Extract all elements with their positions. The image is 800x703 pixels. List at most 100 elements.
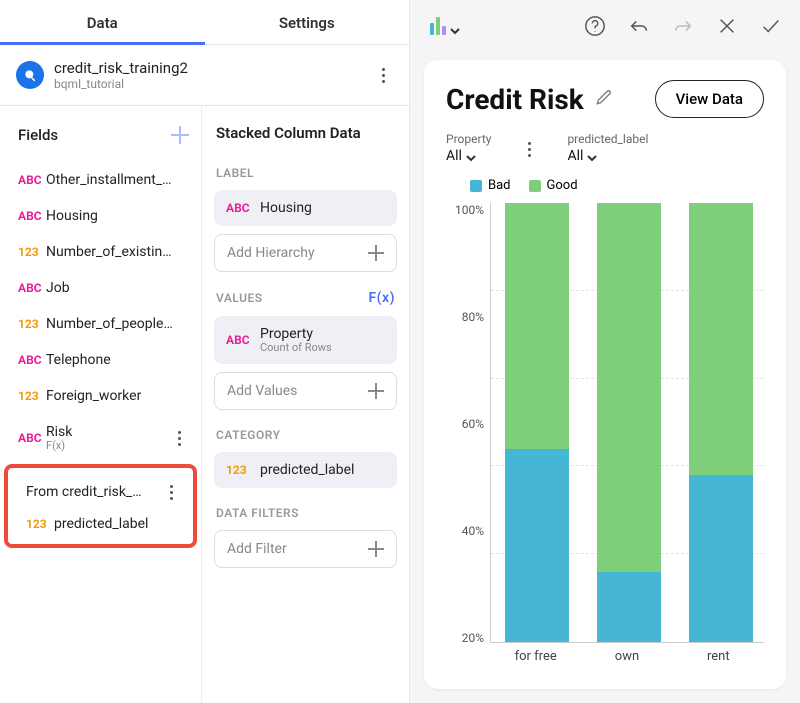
y-tick-label: 60% xyxy=(462,417,484,431)
fx-button[interactable]: F(x) xyxy=(368,290,395,306)
legend-item[interactable]: Bad xyxy=(470,178,511,193)
filter-label-predicted: predicted_label xyxy=(567,132,648,146)
source-title: credit_risk_training2 xyxy=(54,59,371,77)
tab-settings[interactable]: Settings xyxy=(205,0,410,44)
abc-type-icon: ABC xyxy=(18,173,46,187)
field-group-header[interactable]: From credit_risk_… xyxy=(8,472,193,506)
tab-data[interactable]: Data xyxy=(0,0,205,44)
field-row[interactable]: ABCOther_installment_… xyxy=(0,162,201,198)
add-values-button[interactable]: Add Values xyxy=(214,372,397,410)
field-row[interactable]: 123 predicted_label xyxy=(8,506,193,542)
field-menu-button[interactable] xyxy=(167,431,191,446)
field-row[interactable]: ABCRiskF(x) xyxy=(0,414,201,462)
group-header-text: From credit_risk_… xyxy=(26,484,142,500)
field-name: Telephone xyxy=(46,352,111,368)
y-tick-label: 100% xyxy=(455,203,484,217)
field-name: Housing xyxy=(46,208,98,224)
chart-bar[interactable] xyxy=(675,203,767,642)
values-chip-property[interactable]: ABC Property Count of Rows xyxy=(214,316,397,364)
field-name: Number_of_people… xyxy=(46,316,173,332)
field-row[interactable]: ABCTelephone xyxy=(0,342,201,378)
plus-icon xyxy=(368,245,384,261)
chart-bar[interactable] xyxy=(491,203,583,642)
field-row[interactable]: 123Number_of_people… xyxy=(0,306,201,342)
data-source-row[interactable]: credit_risk_training2 bqml_tutorial xyxy=(0,45,409,106)
panel-tabs: Data Settings xyxy=(0,0,409,45)
fields-header: Fields xyxy=(18,126,58,144)
source-subtitle: bqml_tutorial xyxy=(54,77,371,91)
chart-title: Credit Risk xyxy=(446,83,584,116)
y-tick-label: 40% xyxy=(462,524,484,538)
add-filter-button[interactable]: Add Filter xyxy=(214,530,397,568)
123-type-icon: 123 xyxy=(26,517,54,531)
filter-menu-button[interactable] xyxy=(517,132,541,157)
close-icon[interactable] xyxy=(712,11,742,41)
add-field-button[interactable] xyxy=(169,124,191,146)
y-tick-label: 20% xyxy=(462,631,484,645)
abc-type-icon: ABC xyxy=(226,201,260,215)
chart-legend: Bad Good xyxy=(446,178,764,193)
chart-config-column: Stacked Column Data LABEL ABC Housing Ad… xyxy=(202,106,409,703)
label-chip-text: Housing xyxy=(260,200,312,216)
legend-label: Good xyxy=(547,178,578,193)
fields-column: Fields ABCOther_installment_…ABCHousing1… xyxy=(0,106,202,703)
preview-panel: Credit Risk View Data Property All predi… xyxy=(410,0,800,703)
stacked-bar-icon xyxy=(430,17,446,35)
field-name: Number_of_existin… xyxy=(46,244,172,260)
abc-type-icon: ABC xyxy=(18,431,46,445)
redo-icon xyxy=(668,11,698,41)
filter-dropdown-property[interactable]: All xyxy=(446,148,491,164)
view-data-button[interactable]: View Data xyxy=(655,80,764,118)
values-chip-sub: Count of Rows xyxy=(260,342,332,354)
filter-dropdown-predicted[interactable]: All xyxy=(567,148,648,164)
add-hierarchy-button[interactable]: Add Hierarchy xyxy=(214,234,397,272)
field-row[interactable]: ABCHousing xyxy=(0,198,201,234)
label-chip-housing[interactable]: ABC Housing xyxy=(214,190,397,226)
field-sub: F(x) xyxy=(46,440,72,452)
y-tick-label: 80% xyxy=(462,310,484,324)
edit-title-icon[interactable] xyxy=(594,87,614,111)
chart-plot xyxy=(490,203,764,643)
preview-topbar xyxy=(410,0,800,52)
abc-type-icon: ABC xyxy=(226,333,260,347)
bar-segment-bad xyxy=(597,572,662,642)
plus-icon xyxy=(368,383,384,399)
chart-type-dropdown[interactable] xyxy=(424,13,466,39)
legend-swatch xyxy=(470,180,482,192)
bar-segment-bad xyxy=(505,449,570,642)
field-row[interactable]: ABCJob xyxy=(0,270,201,306)
x-tick-label: for free xyxy=(490,643,581,665)
chart-bar[interactable] xyxy=(583,203,675,642)
123-type-icon: 123 xyxy=(18,317,46,331)
category-chip-predicted-label[interactable]: 123 predicted_label xyxy=(214,452,397,488)
legend-item[interactable]: Good xyxy=(529,178,578,193)
123-type-icon: 123 xyxy=(18,389,46,403)
values-chip-text: Property xyxy=(260,326,332,342)
field-row[interactable]: 123Number_of_existin… xyxy=(0,234,201,270)
filter-label-property: Property xyxy=(446,132,491,146)
confirm-icon[interactable] xyxy=(756,11,786,41)
x-tick-label: own xyxy=(581,643,672,665)
config-panel: Data Settings credit_risk_training2 bqml… xyxy=(0,0,410,703)
plus-icon xyxy=(368,541,384,557)
category-section-header: CATEGORY xyxy=(202,414,409,448)
values-section-header: VALUES xyxy=(216,291,263,305)
123-type-icon: 123 xyxy=(18,245,46,259)
undo-icon[interactable] xyxy=(624,11,654,41)
category-chip-text: predicted_label xyxy=(260,462,354,478)
123-type-icon: 123 xyxy=(226,463,260,477)
abc-type-icon: ABC xyxy=(18,281,46,295)
config-header: Stacked Column Data xyxy=(202,106,409,152)
joined-source-highlight: From credit_risk_… 123 predicted_label xyxy=(4,464,197,548)
field-name: Job xyxy=(46,280,70,296)
field-row[interactable]: 123Foreign_worker xyxy=(0,378,201,414)
group-menu-button[interactable] xyxy=(159,485,183,500)
field-name: predicted_label xyxy=(54,516,148,532)
help-icon[interactable] xyxy=(580,11,610,41)
x-tick-label: rent xyxy=(673,643,764,665)
field-name: Foreign_worker xyxy=(46,388,141,404)
legend-swatch xyxy=(529,180,541,192)
field-name: Risk xyxy=(46,424,72,440)
source-menu-button[interactable] xyxy=(371,68,395,83)
bar-segment-bad xyxy=(689,475,754,642)
